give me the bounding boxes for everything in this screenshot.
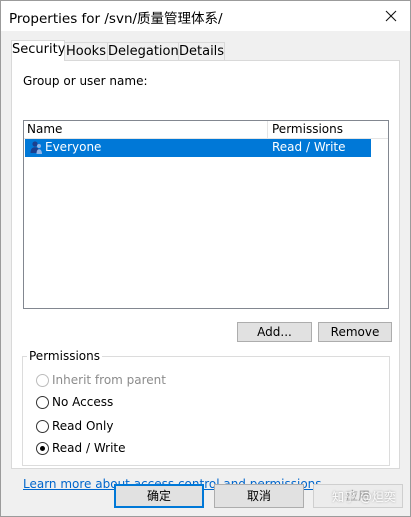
title-bar: Properties for /svn/质量管理体系/	[1, 1, 410, 31]
remove-button[interactable]: Remove	[318, 322, 392, 342]
ok-button[interactable]: 确定	[114, 484, 204, 508]
window-title: Properties for /svn/质量管理体系/	[9, 11, 223, 27]
properties-dialog: Properties for /svn/质量管理体系/ Security Hoo…	[0, 0, 411, 517]
watermark: 知乎 @炟奕	[332, 490, 396, 504]
radio-circle	[36, 396, 49, 409]
tab-security[interactable]: Security	[11, 40, 65, 61]
tab-details[interactable]: Details	[178, 42, 225, 60]
radio-label: Read Only	[52, 419, 114, 433]
radio-circle	[36, 420, 49, 433]
permissions-group-title: Permissions	[27, 349, 102, 363]
group-icon	[28, 140, 44, 156]
radio-circle	[36, 442, 49, 455]
dialog-body: Security Hooks Delegation Details Group …	[1, 31, 410, 516]
list-item[interactable]: Everyone Read / Write	[25, 139, 371, 157]
radio-label: Inherit from parent	[52, 373, 166, 387]
close-icon	[385, 10, 397, 22]
group-or-user-label: Group or user name:	[23, 74, 148, 88]
tab-hooks[interactable]: Hooks	[64, 42, 108, 60]
radio-selected-dot	[40, 446, 45, 451]
column-header-permissions[interactable]: Permissions	[272, 122, 343, 136]
user-list[interactable]: Name Permissions Everyone Read / Write	[23, 120, 389, 309]
tab-delegation[interactable]: Delegation	[107, 42, 179, 60]
cancel-button[interactable]: 取消	[214, 484, 304, 508]
radio-label: Read / Write	[52, 441, 126, 455]
add-button[interactable]: Add...	[237, 322, 312, 342]
radio-label: No Access	[52, 395, 114, 409]
user-permission: Read / Write	[272, 140, 346, 154]
user-name: Everyone	[45, 140, 102, 154]
column-divider[interactable]	[267, 121, 268, 138]
security-panel: Group or user name: Name Permissions Eve…	[11, 60, 400, 491]
radio-circle	[36, 374, 49, 387]
list-header: Name Permissions	[24, 121, 388, 139]
permissions-group: Permissions Inherit from parent No Acces…	[22, 349, 390, 466]
close-button[interactable]	[378, 4, 404, 28]
column-header-name[interactable]: Name	[27, 122, 62, 136]
